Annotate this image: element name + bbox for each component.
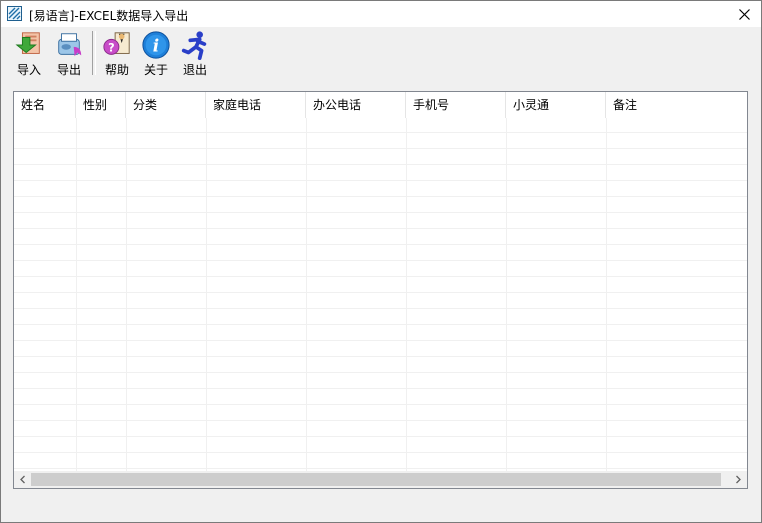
table-body[interactable]: [14, 118, 747, 471]
grid-line: [14, 308, 747, 309]
grid-line: [14, 276, 747, 277]
grid-line: [14, 420, 747, 421]
column-header-gender[interactable]: 性别: [76, 92, 126, 118]
about-button[interactable]: i 关于: [139, 28, 173, 78]
svg-text:?: ?: [108, 42, 115, 55]
help-icon: ?: [103, 32, 130, 55]
grid-line: [14, 372, 747, 373]
chevron-left-icon: [20, 475, 25, 484]
grid-line: [14, 228, 747, 229]
toolbar-separator: [92, 31, 96, 75]
grid-line: [14, 148, 747, 149]
grid-line: [14, 388, 747, 389]
exit-button[interactable]: 退出: [178, 28, 212, 78]
scroll-left-button[interactable]: [14, 471, 31, 488]
grid-line: [76, 118, 77, 471]
grid-line: [506, 118, 507, 471]
grid-line: [14, 164, 747, 165]
column-header-category[interactable]: 分类: [126, 92, 206, 118]
grid-line: [206, 118, 207, 471]
grid-line: [14, 404, 747, 405]
grid-line: [406, 118, 407, 471]
import-label: 导入: [16, 63, 41, 77]
grid-line: [14, 212, 747, 213]
scroll-right-button[interactable]: [730, 471, 747, 488]
table-header: 姓名 性别 分类 家庭电话 办公电话 手机号 小灵通 备注: [14, 92, 747, 118]
export-icon: [58, 33, 82, 57]
grid-line: [14, 260, 747, 261]
help-button[interactable]: ? 帮助: [100, 28, 134, 78]
window-title: [易语言]-EXCEL数据导入导出: [29, 9, 189, 23]
close-button[interactable]: [727, 1, 761, 27]
close-icon: [738, 8, 750, 20]
column-header-office-phone[interactable]: 办公电话: [306, 92, 406, 118]
horizontal-scrollbar[interactable]: [14, 471, 747, 488]
grid-line: [14, 244, 747, 245]
grid-line: [14, 324, 747, 325]
grid-line: [126, 118, 127, 471]
title-bar: [易语言]-EXCEL数据导入导出: [1, 1, 761, 27]
svg-text:i: i: [153, 36, 159, 56]
grid-line: [14, 196, 747, 197]
import-button[interactable]: 导入: [12, 28, 46, 78]
grid-line: [14, 356, 747, 357]
data-table[interactable]: 姓名 性别 分类 家庭电话 办公电话 手机号 小灵通 备注: [13, 91, 748, 489]
about-label: 关于: [143, 63, 168, 77]
grid-line: [306, 118, 307, 471]
export-button[interactable]: 导出: [52, 28, 86, 78]
grid-line: [14, 132, 747, 133]
app-icon: [7, 6, 22, 21]
column-header-notes[interactable]: 备注: [606, 92, 747, 118]
grid-line: [14, 292, 747, 293]
exit-label: 退出: [182, 63, 207, 77]
exit-runner-icon: [181, 31, 207, 60]
about-info-icon: i: [142, 31, 170, 59]
column-header-mobile[interactable]: 手机号: [406, 92, 506, 118]
chevron-right-icon: [736, 475, 741, 484]
help-label: 帮助: [104, 63, 129, 77]
grid-line: [14, 180, 747, 181]
export-label: 导出: [56, 63, 81, 77]
import-icon: [15, 32, 40, 54]
grid-line: [14, 340, 747, 341]
scroll-thumb[interactable]: [31, 473, 721, 486]
grid-line: [14, 436, 747, 437]
column-header-name[interactable]: 姓名: [14, 92, 76, 118]
grid-line: [606, 118, 607, 471]
toolbar: 导入 导出 ? 帮助 i 关于 退出: [1, 28, 761, 80]
column-header-home-phone[interactable]: 家庭电话: [206, 92, 306, 118]
grid-line: [14, 452, 747, 453]
column-header-phs[interactable]: 小灵通: [506, 92, 606, 118]
grid-line: [14, 468, 747, 469]
main-window: [易语言]-EXCEL数据导入导出 导入 导出 ? 帮助 i 关于 退出 姓名 …: [0, 0, 762, 523]
